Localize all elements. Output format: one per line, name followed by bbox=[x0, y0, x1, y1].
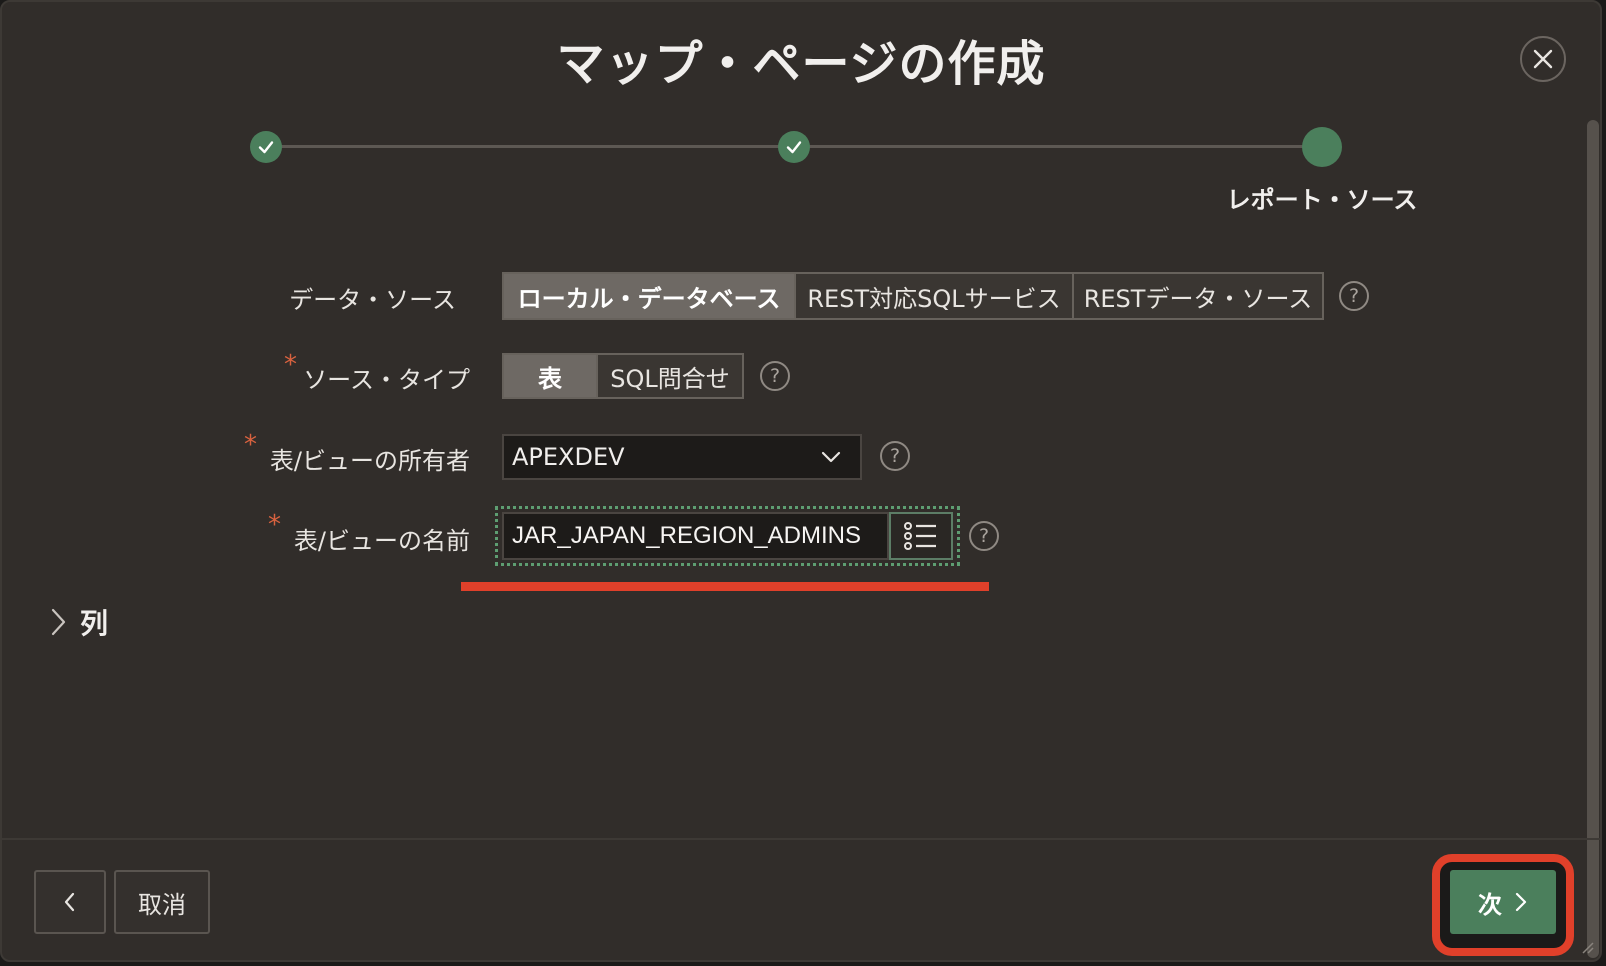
chevron-right-icon bbox=[51, 608, 66, 636]
annotation-underline bbox=[461, 582, 989, 591]
owner-select-value: APEXDEV bbox=[512, 443, 625, 471]
next-button-label: 次 bbox=[1478, 890, 1502, 919]
list-icon bbox=[904, 522, 936, 550]
data-source-option-rest-data[interactable]: RESTデータ・ソース bbox=[1074, 274, 1322, 318]
owner-select[interactable]: APEXDEV bbox=[502, 434, 862, 480]
next-button[interactable]: 次 bbox=[1450, 870, 1556, 934]
scrollbar[interactable] bbox=[1587, 120, 1599, 958]
resize-grip-icon[interactable] bbox=[1580, 940, 1594, 954]
wizard-step-1 bbox=[250, 131, 282, 163]
source-type-option-table[interactable]: 表 bbox=[504, 355, 598, 397]
close-icon bbox=[1533, 49, 1553, 69]
data-source-option-local-db[interactable]: ローカル・データベース bbox=[504, 274, 796, 318]
previous-button[interactable] bbox=[34, 870, 106, 934]
wizard-step-2 bbox=[778, 131, 810, 163]
footer-divider bbox=[2, 838, 1600, 840]
data-source-option-rest-sql[interactable]: REST対応SQLサービス bbox=[796, 274, 1074, 318]
chevron-left-icon bbox=[64, 892, 75, 912]
columns-section-label: 列 bbox=[80, 607, 109, 640]
wizard-step-3-current bbox=[1302, 127, 1342, 167]
cancel-button[interactable]: 取消 bbox=[114, 870, 210, 934]
close-button[interactable] bbox=[1520, 36, 1566, 82]
create-map-page-dialog: マップ・ページの作成 レポート・ソース データ・ソース ローカル・データベース … bbox=[0, 0, 1602, 962]
checkmark-icon bbox=[258, 141, 274, 154]
wizard-step-3-label: レポート・ソース bbox=[1226, 186, 1418, 214]
checkmark-icon bbox=[786, 141, 802, 154]
data-source-help-icon[interactable]: ? bbox=[1339, 281, 1369, 311]
table-name-label: 表/ビューの名前 bbox=[293, 527, 470, 555]
columns-section-toggle[interactable]: 列 bbox=[48, 602, 108, 642]
source-type-help-icon[interactable]: ? bbox=[760, 361, 790, 391]
source-type-option-sql-query[interactable]: SQL問合せ bbox=[598, 355, 742, 397]
data-source-label: データ・ソース bbox=[289, 286, 456, 314]
data-source-switch: ローカル・データベース REST対応SQLサービス RESTデータ・ソース bbox=[502, 272, 1324, 320]
chevron-right-icon bbox=[1515, 892, 1527, 912]
owner-help-icon[interactable]: ? bbox=[880, 441, 910, 471]
table-name-help-icon[interactable]: ? bbox=[969, 521, 999, 551]
table-name-input[interactable]: JAR_JAPAN_REGION_ADMINS bbox=[502, 512, 889, 560]
progress-connector-2 bbox=[794, 145, 1324, 148]
dialog-title: マップ・ページの作成 bbox=[556, 36, 1046, 92]
source-type-label: ソース・タイプ bbox=[303, 366, 470, 394]
source-type-switch: 表 SQL問合せ bbox=[502, 353, 744, 399]
progress-connector-1 bbox=[266, 145, 794, 148]
owner-label: 表/ビューの所有者 bbox=[269, 447, 470, 475]
table-name-list-button[interactable] bbox=[889, 512, 953, 560]
chevron-down-icon bbox=[821, 451, 841, 463]
